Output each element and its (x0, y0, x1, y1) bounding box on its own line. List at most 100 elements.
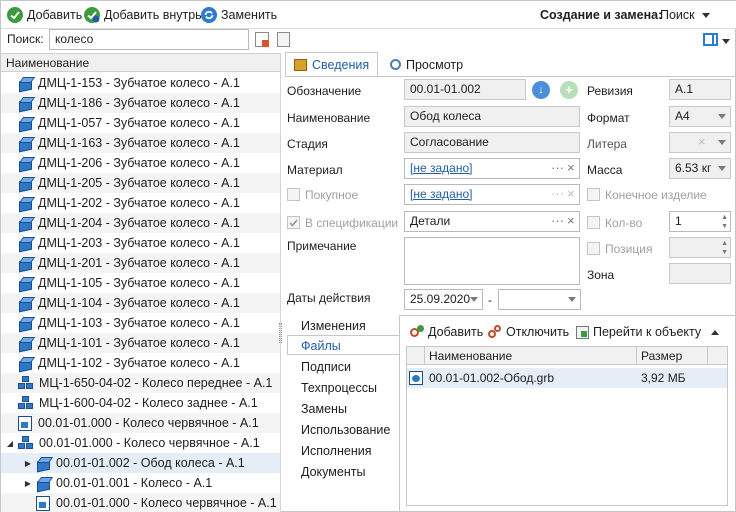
tree-row[interactable]: ДМЦ-1-105 - Зубчатое колесо - А.1 (1, 273, 280, 293)
section-field[interactable]: Детали ··· × (404, 211, 580, 232)
add-circle-icon[interactable]: + (560, 81, 578, 99)
sidetab-usage[interactable]: Использование (301, 423, 390, 437)
format-field[interactable]: А4 (669, 106, 731, 127)
tab-info-label: Сведения (312, 58, 370, 72)
tree-row[interactable]: ДМЦ-1-102 - Зубчатое колесо - А.1 (1, 353, 280, 373)
tab-view[interactable]: Просмотр (382, 52, 471, 77)
splitter-handle[interactable] (279, 323, 282, 343)
copy-icon[interactable] (277, 32, 290, 47)
designation-field[interactable]: 00.01-01.002 (404, 79, 526, 100)
files-col-name[interactable]: Наименование (429, 349, 512, 363)
tree-row-label: ДМЦ-1-103 - Зубчатое колесо - А.1 (38, 316, 240, 330)
clear-icon[interactable]: × (567, 160, 575, 175)
tree-row[interactable]: ДМЦ-1-203 - Зубчатое колесо - А.1 (1, 233, 280, 253)
layout-caret-icon[interactable] (722, 39, 730, 44)
tree-row[interactable]: ДМЦ-1-186 - Зубчатое колесо - А.1 (1, 93, 280, 113)
date-from-field[interactable]: 25.09.2020 (404, 289, 483, 310)
date-to-field[interactable] (498, 289, 581, 310)
collapsed-arrow-icon[interactable]: ▶ (23, 479, 33, 488)
mode-dropdown[interactable]: Поиск (660, 6, 710, 24)
litera-field[interactable]: × (669, 132, 731, 153)
clear-icon[interactable]: × (567, 213, 575, 228)
ellipsis-icon[interactable]: ··· (551, 213, 564, 228)
position-checkbox[interactable] (587, 242, 600, 255)
sidetab-documents[interactable]: Документы (301, 465, 365, 479)
spin-up-icon[interactable]: ▲ (721, 240, 728, 248)
sidetab-processes[interactable]: Техпроцессы (301, 381, 377, 395)
position-field[interactable]: ▲ ▼ (669, 237, 731, 258)
ellipsis-icon[interactable]: ··· (551, 186, 564, 201)
tree-row[interactable]: ◢ 00.01-01.000 - Колесо червячное - А.1 (1, 433, 280, 453)
material-field[interactable]: [не задано] ··· × (404, 158, 580, 179)
search-clear-icon[interactable] (255, 32, 269, 47)
spin-up-icon[interactable]: ▲ (721, 214, 728, 222)
ellipsis-icon[interactable]: ··· (551, 160, 564, 175)
spin-down-icon[interactable]: ▼ (721, 223, 728, 231)
files-add-label: Добавить (428, 325, 484, 339)
part-icon (18, 177, 32, 190)
tree-row[interactable]: 00.01-01.000 - Колесо червячное - А.1 (1, 493, 280, 512)
files-goto-button[interactable]: Перейти к объекту (576, 323, 720, 341)
tree-row[interactable]: ДМЦ-1-202 - Зубчатое колесо - А.1 (1, 193, 280, 213)
download-icon[interactable]: ↓ (532, 81, 550, 99)
tree-row[interactable]: МЦ-1-600-04-02 - Колесо заднее - А.1 (1, 393, 280, 413)
panel-layout-icon[interactable] (703, 33, 718, 46)
sidetab-changes[interactable]: Изменения (301, 319, 366, 333)
material-value[interactable]: [не задано] (410, 161, 472, 175)
note-field[interactable] (404, 237, 580, 285)
files-goto-label: Перейти к объекту (593, 325, 702, 339)
spin-down-icon[interactable]: ▼ (721, 249, 728, 257)
files-col-size[interactable]: Размер (641, 349, 682, 363)
table-row[interactable]: 00.01-01.002-Обод.grb 3,92 МБ (407, 368, 727, 388)
tree-row[interactable]: ▶ 00.01-01.002 - Обод колеса - А.1 (1, 453, 280, 473)
tree-row[interactable]: ДМЦ-1-163 - Зубчатое колесо - А.1 (1, 133, 280, 153)
tree-row[interactable]: 00.01-01.000 - Колесо червячное - А.1 (1, 413, 280, 433)
tree-row-label: ДМЦ-1-205 - Зубчатое колесо - А.1 (38, 176, 240, 190)
clear-icon[interactable]: × (567, 186, 575, 201)
clear-icon: × (698, 134, 706, 149)
tab-info[interactable]: Сведения (285, 52, 379, 77)
detach-link-icon (488, 325, 502, 339)
sidetab-replacements[interactable]: Замены (301, 402, 347, 416)
qty-field[interactable]: 1 ▲ ▼ (669, 211, 731, 232)
tree-row[interactable]: ДМЦ-1-206 - Зубчатое колесо - А.1 (1, 153, 280, 173)
tree-row[interactable]: ДМЦ-1-057 - Зубчатое колесо - А.1 (1, 113, 280, 133)
add-button[interactable]: Добавить (7, 6, 82, 24)
final-product-checkbox[interactable] (587, 188, 600, 201)
part-icon (18, 97, 32, 110)
tree-row[interactable]: ДМЦ-1-103 - Зубчатое колесо - А.1 (1, 313, 280, 333)
qty-checkbox[interactable] (587, 216, 600, 229)
sidetab-files[interactable]: Файлы (301, 339, 341, 353)
chevron-down-icon (718, 166, 726, 171)
files-add-button[interactable]: Добавить (410, 323, 483, 341)
purchased-checkbox[interactable] (287, 188, 300, 201)
purchased-field[interactable]: [не задано] ··· × (404, 184, 580, 205)
expanded-arrow-icon[interactable]: ◢ (5, 439, 15, 448)
tree-row[interactable]: ДМЦ-1-201 - Зубчатое колесо - А.1 (1, 253, 280, 273)
tree-row[interactable]: ДМЦ-1-153 - Зубчатое колесо - А.1 (1, 73, 280, 93)
part-icon (18, 217, 32, 230)
sidetab-signatures[interactable]: Подписи (301, 360, 351, 374)
name-field[interactable]: Обод колеса (404, 106, 580, 127)
tree-row[interactable]: ▶ 00.01-01.001 - Колесо - А.1 (1, 473, 280, 493)
collapsed-arrow-icon[interactable]: ▶ (23, 459, 33, 468)
revision-field[interactable]: А.1 (669, 79, 731, 100)
checkmark-icon (7, 7, 23, 23)
sidetab-variants[interactable]: Исполнения (301, 444, 371, 458)
stage-field[interactable]: Согласование (404, 132, 580, 153)
tree-row[interactable]: ДМЦ-1-205 - Зубчатое колесо - А.1 (1, 173, 280, 193)
files-detach-button[interactable]: Отключить (488, 323, 569, 341)
mass-field[interactable]: 6.53 кг (669, 158, 731, 179)
search-input[interactable]: колесо (49, 29, 249, 50)
tree-row[interactable]: ДМЦ-1-101 - Зубчатое колесо - А.1 (1, 333, 280, 353)
tree-row[interactable]: ДМЦ-1-204 - Зубчатое колесо - А.1 (1, 213, 280, 233)
replace-button[interactable]: Заменить (201, 6, 277, 24)
tree-row[interactable]: ДМЦ-1-104 - Зубчатое колесо - А.1 (1, 293, 280, 313)
purchased-value[interactable]: [не задано] (410, 187, 472, 201)
in-spec-checkbox[interactable] (287, 216, 300, 229)
tree-column-header[interactable]: Наименование (1, 53, 280, 72)
part-icon (18, 157, 32, 170)
tree-row[interactable]: МЦ-1-650-04-02 - Колесо переднее - А.1 (1, 373, 280, 393)
zone-field[interactable] (669, 263, 731, 284)
add-inside-button[interactable]: Добавить внутрь (84, 6, 202, 24)
